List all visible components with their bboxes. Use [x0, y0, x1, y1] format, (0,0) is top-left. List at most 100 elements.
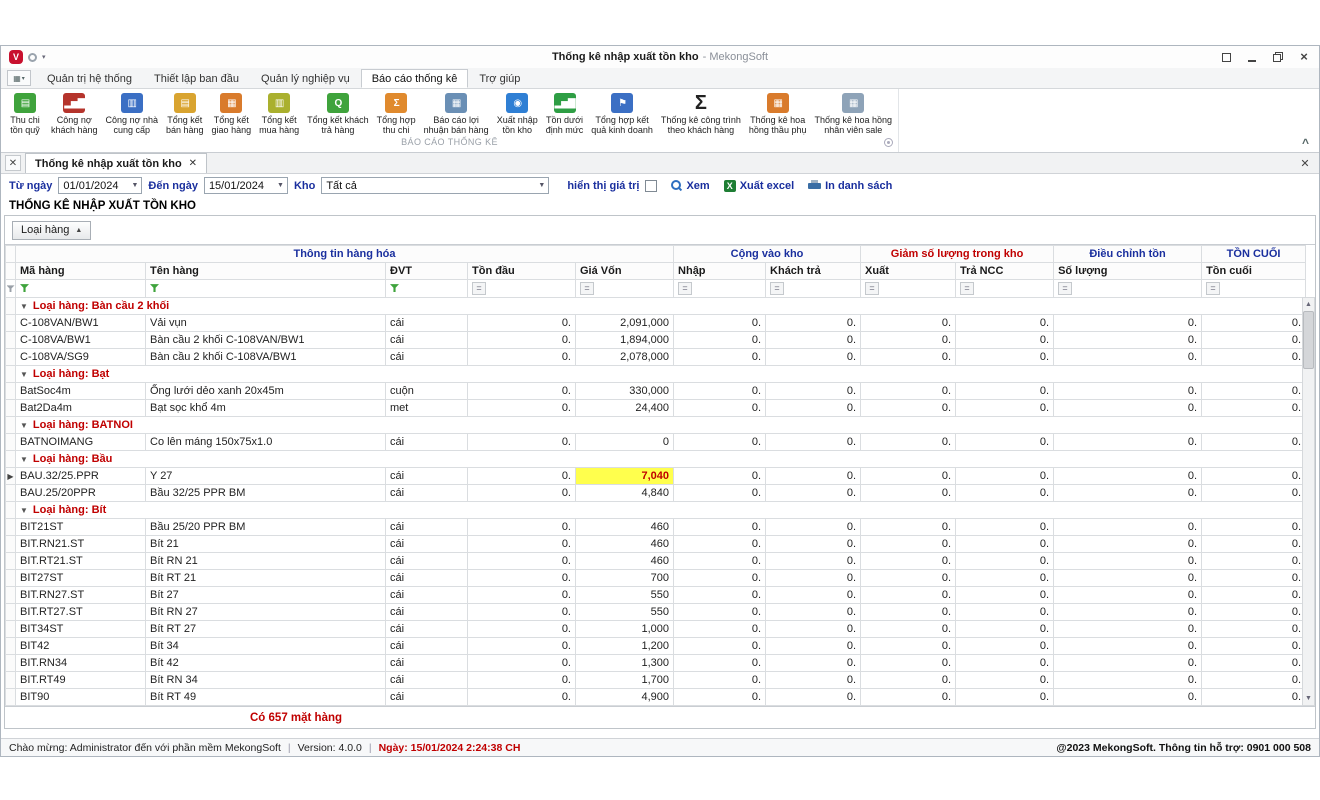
ribbon-button-tong-hop-ket-qua-kinh-doanh[interactable]: ⚑Tổng hợp kếtquả kinh doanh	[587, 90, 657, 136]
cell-xuat[interactable]: 0.	[861, 604, 956, 621]
cell-gia_von[interactable]: 550	[576, 604, 674, 621]
close-icon[interactable]: ×	[1297, 50, 1311, 64]
cell-tra_ncc[interactable]: 0.	[956, 621, 1054, 638]
cell-ton_cuoi[interactable]: 0.	[1202, 349, 1306, 366]
column-header-so_luong[interactable]: Số lượng	[1054, 263, 1202, 280]
cell-name[interactable]: Bít 42	[146, 655, 386, 672]
print-list-button[interactable]: In danh sách	[808, 180, 892, 192]
cell-so_luong[interactable]: 0.	[1054, 332, 1202, 349]
filter-cell-ton_cuoi[interactable]: =	[1202, 280, 1306, 298]
cell-xuat[interactable]: 0.	[861, 587, 956, 604]
cell-ton_cuoi[interactable]: 0.	[1202, 655, 1306, 672]
cell-unit[interactable]: cái	[386, 434, 468, 451]
cell-ton_dau[interactable]: 0.	[468, 400, 576, 417]
filter-cell-name[interactable]	[146, 280, 386, 298]
cell-so_luong[interactable]: 0.	[1054, 655, 1202, 672]
cell-gia_von[interactable]: 7,040	[576, 468, 674, 485]
cell-code[interactable]: BATNOIMANG	[16, 434, 146, 451]
cell-so_luong[interactable]: 0.	[1054, 468, 1202, 485]
cell-khach_tra[interactable]: 0.	[766, 519, 861, 536]
cell-khach_tra[interactable]: 0.	[766, 349, 861, 366]
cell-ton_cuoi[interactable]: 0.	[1202, 383, 1306, 400]
cell-tra_ncc[interactable]: 0.	[956, 434, 1054, 451]
cell-name[interactable]: Bầu 32/25 PPR BM	[146, 485, 386, 502]
cell-name[interactable]: Bàn cầu 2 khối C-108VA/BW1	[146, 349, 386, 366]
cell-tra_ncc[interactable]: 0.	[956, 485, 1054, 502]
table-row[interactable]: BIT21STBầu 25/20 PPR BMcái0.4600.0.0.0.0…	[6, 519, 1306, 536]
cell-xuat[interactable]: 0.	[861, 553, 956, 570]
cell-so_luong[interactable]: 0.	[1054, 400, 1202, 417]
cell-code[interactable]: Bat2Da4m	[16, 400, 146, 417]
cell-tra_ncc[interactable]: 0.	[956, 672, 1054, 689]
cell-name[interactable]: Bít RN 34	[146, 672, 386, 689]
doc-tab-active[interactable]: Thống kê nhập xuất tồn kho ✕	[25, 153, 207, 173]
cell-ton_cuoi[interactable]: 0.	[1202, 621, 1306, 638]
expand-icon[interactable]	[1219, 50, 1233, 64]
cell-name[interactable]: Bít 21	[146, 536, 386, 553]
doc-tab-close-icon[interactable]: ✕	[189, 158, 197, 169]
ribbon-button-cong-no-nha-cung-cap[interactable]: ▥Công nợ nhàcung cấp	[102, 90, 162, 136]
ribbon-tab[interactable]: Quản lý nghiệp vụ	[250, 69, 361, 88]
column-header-unit[interactable]: ĐVT	[386, 263, 468, 280]
ribbon-button-thong-ke-cong-trinh-theo-khach-hang[interactable]: ΣThống kê công trìnhtheo khách hàng	[657, 90, 745, 136]
cell-tra_ncc[interactable]: 0.	[956, 315, 1054, 332]
application-menu-button[interactable]: ▦▾	[7, 70, 31, 86]
group-row-label[interactable]: ▼Loại hàng: BATNOI	[16, 417, 1306, 434]
cell-khach_tra[interactable]: 0.	[766, 315, 861, 332]
cell-name[interactable]: Vải vụn	[146, 315, 386, 332]
cell-ton_cuoi[interactable]: 0.	[1202, 570, 1306, 587]
cell-nhap[interactable]: 0.	[674, 587, 766, 604]
cell-xuat[interactable]: 0.	[861, 672, 956, 689]
scroll-down-icon[interactable]: ▼	[1302, 692, 1315, 705]
cell-ton_dau[interactable]: 0.	[468, 315, 576, 332]
cell-nhap[interactable]: 0.	[674, 655, 766, 672]
cell-ton_cuoi[interactable]: 0.	[1202, 638, 1306, 655]
cell-nhap[interactable]: 0.	[674, 349, 766, 366]
vertical-scrollbar[interactable]: ▲ ▼	[1302, 297, 1315, 706]
table-row[interactable]: BIT90Bít RT 49cái0.4,9000.0.0.0.0.0.	[6, 689, 1306, 706]
cell-ton_cuoi[interactable]: 0.	[1202, 332, 1306, 349]
group-by-chip[interactable]: Loại hàng ▲	[12, 221, 91, 240]
cell-nhap[interactable]: 0.	[674, 519, 766, 536]
cell-nhap[interactable]: 0.	[674, 383, 766, 400]
cell-code[interactable]: BIT21ST	[16, 519, 146, 536]
restore-icon[interactable]	[1271, 50, 1285, 64]
cell-name[interactable]: Y 27	[146, 468, 386, 485]
cell-ton_cuoi[interactable]: 0.	[1202, 587, 1306, 604]
filter-cell-unit[interactable]	[386, 280, 468, 298]
cell-unit[interactable]: cái	[386, 587, 468, 604]
cell-so_luong[interactable]: 0.	[1054, 434, 1202, 451]
cell-xuat[interactable]: 0.	[861, 485, 956, 502]
ribbon-tab[interactable]: Trợ giúp	[468, 69, 531, 88]
cell-khach_tra[interactable]: 0.	[766, 553, 861, 570]
group-options-icon[interactable]	[884, 138, 893, 147]
cell-so_luong[interactable]: 0.	[1054, 587, 1202, 604]
cell-nhap[interactable]: 0.	[674, 621, 766, 638]
table-row[interactable]: BIT.RN27.STBít 27cái0.5500.0.0.0.0.0.	[6, 587, 1306, 604]
export-excel-button[interactable]: X Xuất excel	[724, 180, 794, 192]
cell-ton_dau[interactable]: 0.	[468, 570, 576, 587]
cell-gia_von[interactable]: 1,000	[576, 621, 674, 638]
table-row[interactable]: BIT.RT49Bít RN 34cái0.1,7000.0.0.0.0.0.	[6, 672, 1306, 689]
ribbon-tab[interactable]: Báo cáo thống kê	[361, 69, 469, 88]
table-row[interactable]: BIT27STBít RT 21cái0.7000.0.0.0.0.0.	[6, 570, 1306, 587]
cell-ton_dau[interactable]: 0.	[468, 485, 576, 502]
table-row[interactable]: BIT.RN21.STBít 21cái0.4600.0.0.0.0.0.	[6, 536, 1306, 553]
chevron-down-icon[interactable]: ▼	[127, 182, 138, 189]
cell-xuat[interactable]: 0.	[861, 332, 956, 349]
cell-unit[interactable]: cái	[386, 672, 468, 689]
cell-ton_cuoi[interactable]: 0.	[1202, 519, 1306, 536]
cell-name[interactable]: Ống lưới dẻo xanh 20x45m	[146, 383, 386, 400]
filter-cell-nhap[interactable]: =	[674, 280, 766, 298]
cell-khach_tra[interactable]: 0.	[766, 621, 861, 638]
view-button[interactable]: Xem	[671, 180, 709, 192]
cell-tra_ncc[interactable]: 0.	[956, 349, 1054, 366]
cell-unit[interactable]: cái	[386, 315, 468, 332]
cell-khach_tra[interactable]: 0.	[766, 434, 861, 451]
cell-so_luong[interactable]: 0.	[1054, 485, 1202, 502]
cell-khach_tra[interactable]: 0.	[766, 689, 861, 706]
cell-xuat[interactable]: 0.	[861, 621, 956, 638]
cell-tra_ncc[interactable]: 0.	[956, 553, 1054, 570]
cell-code[interactable]: BIT.RN34	[16, 655, 146, 672]
cell-gia_von[interactable]: 460	[576, 536, 674, 553]
